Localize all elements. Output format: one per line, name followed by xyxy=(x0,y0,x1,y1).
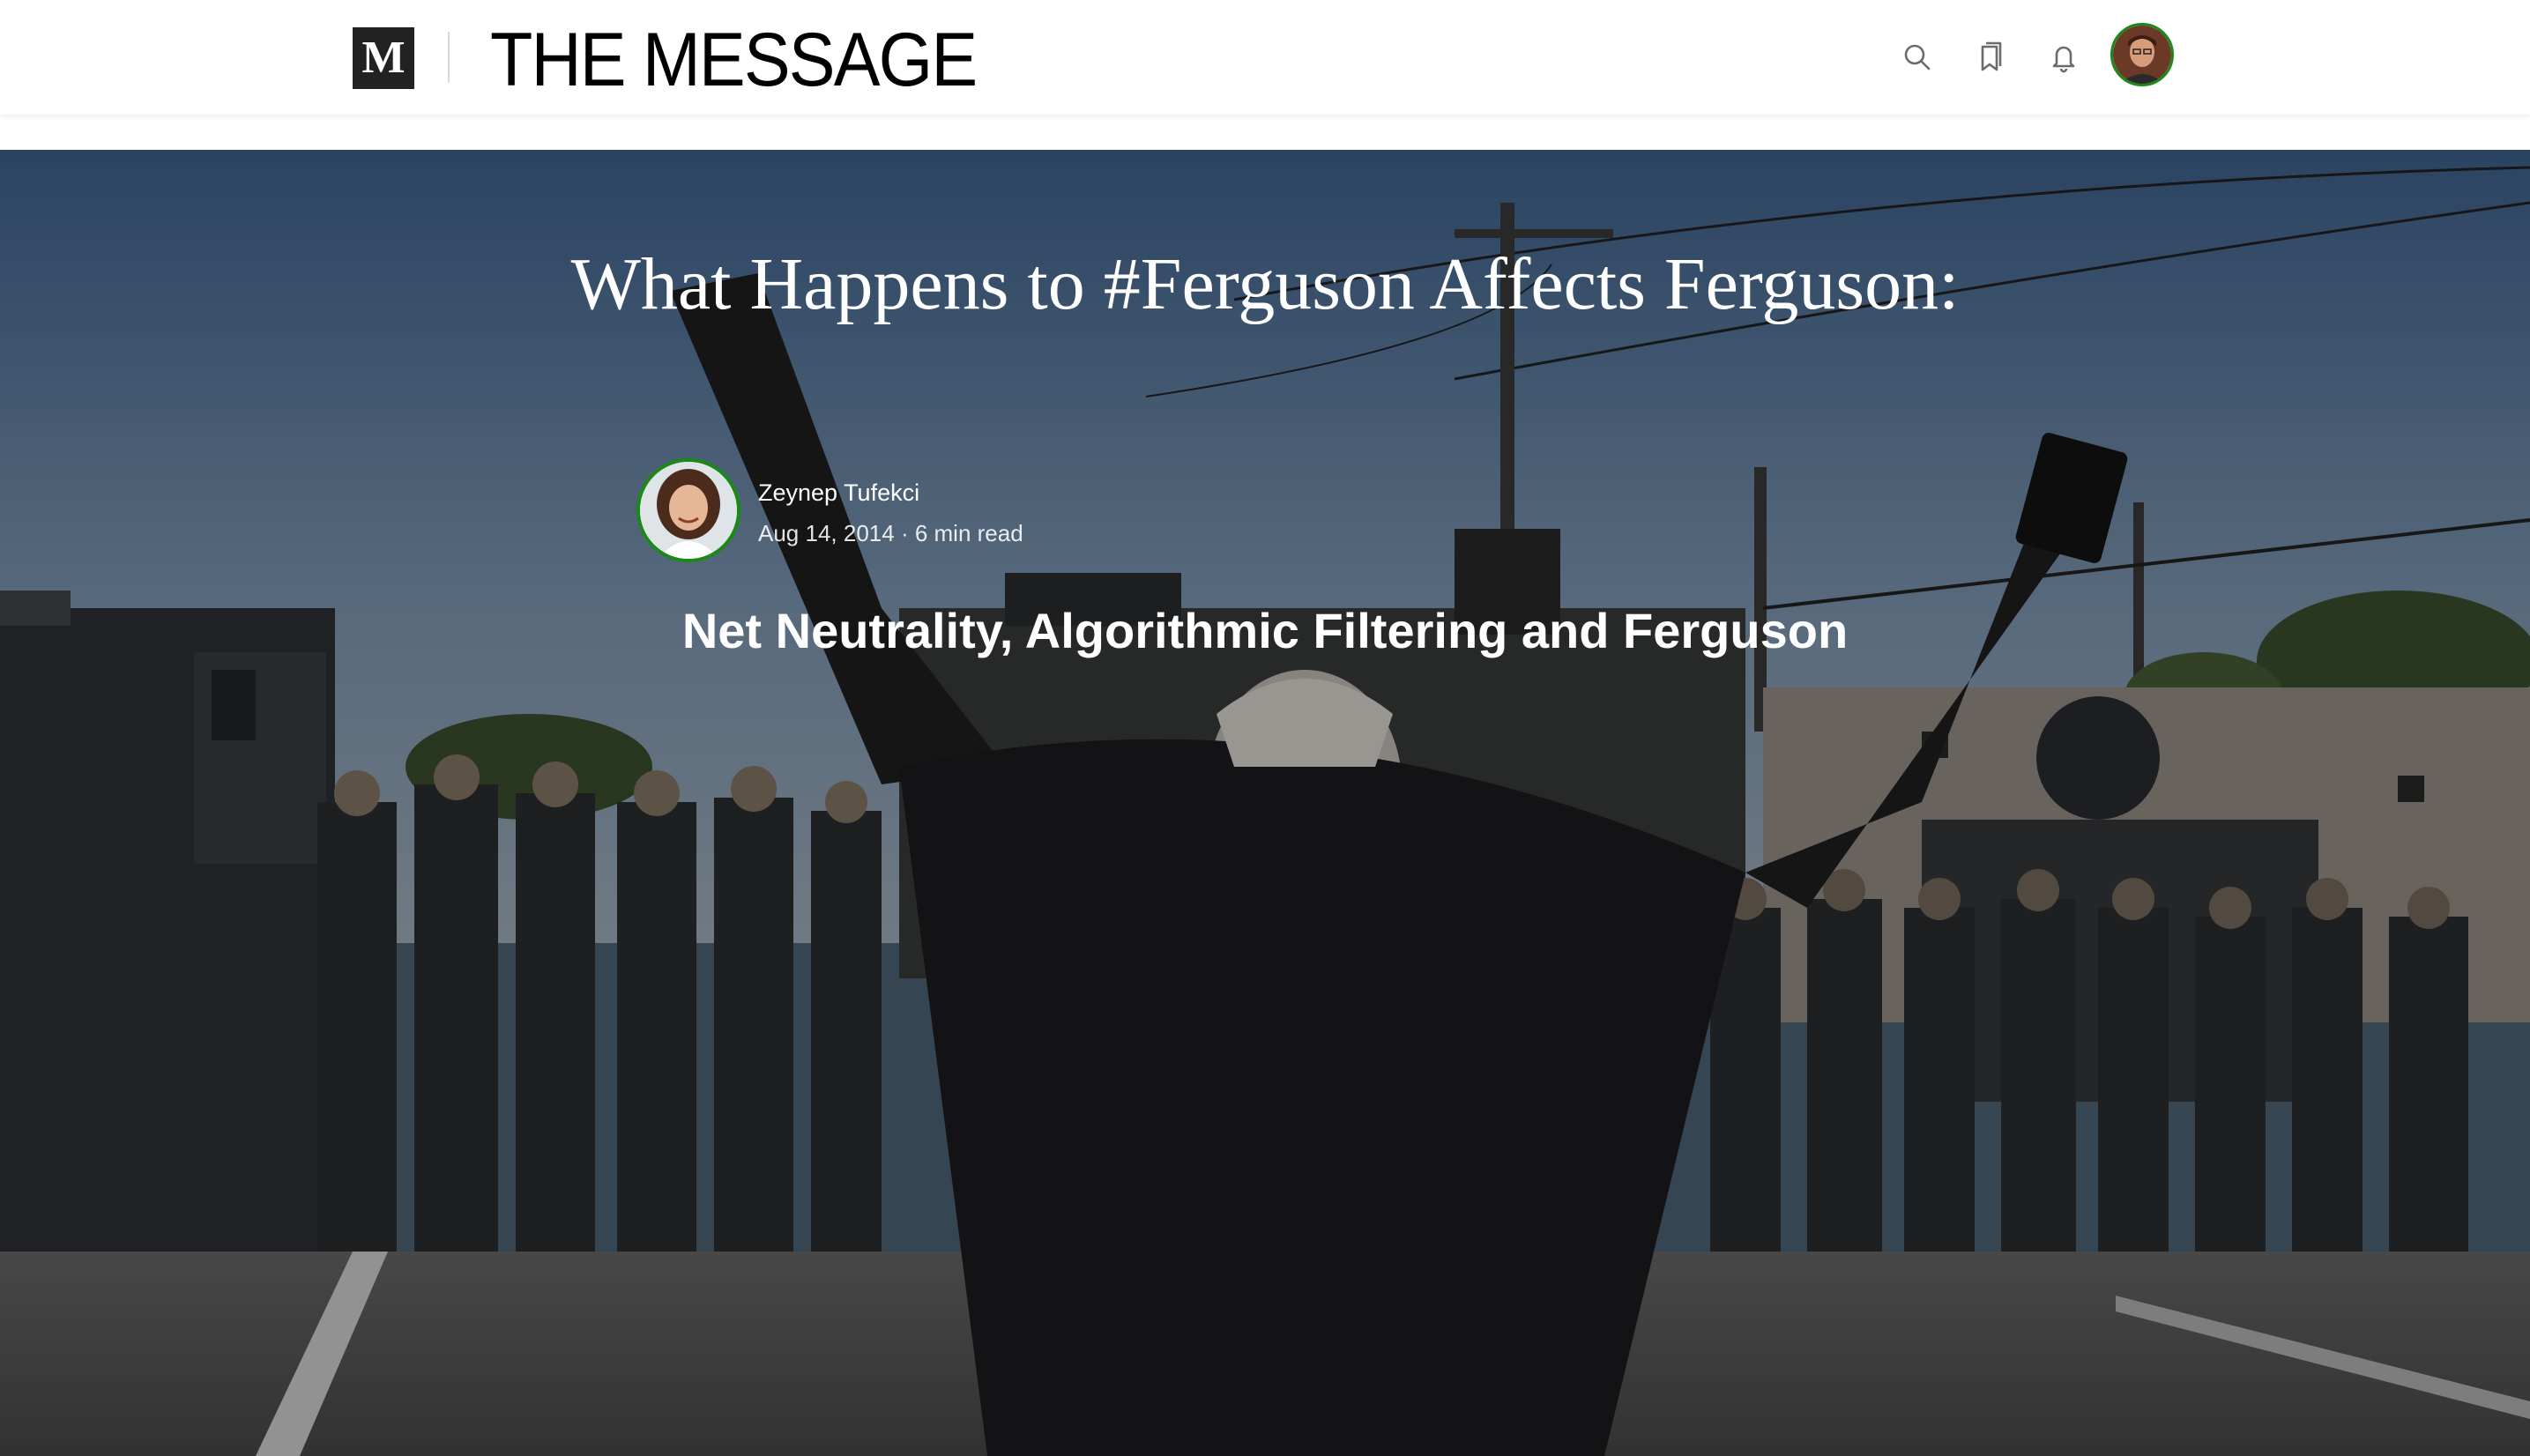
meta-separator: · xyxy=(900,520,909,546)
author-avatar[interactable] xyxy=(636,458,740,562)
bookmarks-icon[interactable] xyxy=(1969,35,2013,79)
search-icon[interactable] xyxy=(1895,35,1939,79)
top-bar: M THE MESSAGE xyxy=(0,0,2530,115)
article-subtitle: Net Neutrality, Algorithmic Filtering an… xyxy=(681,603,1849,658)
article-title: What Happens to #Ferguson Affects Fergus… xyxy=(570,243,1960,325)
read-time: 6 min read xyxy=(914,520,1023,546)
hero-image xyxy=(0,150,2530,1456)
hero-overlay xyxy=(0,150,2530,1456)
logo-divider xyxy=(448,32,450,83)
article-meta: Aug 14, 2014 · 6 min read xyxy=(758,518,1023,548)
user-avatar[interactable] xyxy=(2110,23,2174,86)
publication-name[interactable]: THE MESSAGE xyxy=(490,16,978,104)
medium-logo[interactable]: M xyxy=(353,27,414,89)
author-name[interactable]: Zeynep Tufekci xyxy=(758,478,919,508)
bell-icon[interactable] xyxy=(2042,35,2086,79)
publish-date: Aug 14, 2014 xyxy=(758,520,895,546)
